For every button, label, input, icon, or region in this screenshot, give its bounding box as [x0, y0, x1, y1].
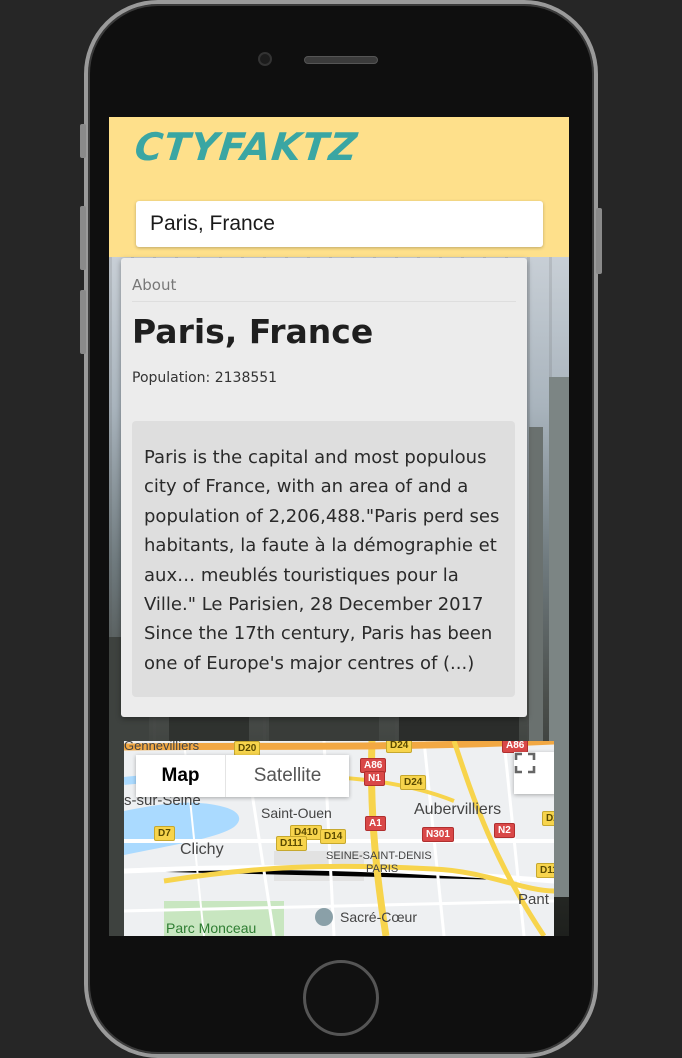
app-screen: CTYFAKTZ About Paris, France Population:…	[109, 117, 569, 936]
map-type-toggle: Map Satellite	[136, 755, 349, 797]
section-label: About	[132, 276, 516, 302]
app-header: CTYFAKTZ	[109, 117, 569, 257]
road-shield: D20	[234, 741, 261, 756]
map-place-aubervilliers: Aubervilliers	[414, 801, 502, 818]
road-shield: N301	[422, 827, 454, 842]
road-shield: N1	[364, 771, 385, 786]
city-info-card: About Paris, France Population: 2138551 …	[121, 258, 527, 717]
road-shield: D7	[154, 826, 175, 841]
map-place-parc-monceau: Parc Monceau	[166, 920, 257, 936]
city-map[interactable]: Gennevilliers s-sur-Seine Saint-Ouen Aub…	[124, 741, 554, 936]
city-description: Paris is the capital and most populous c…	[132, 421, 515, 697]
road-shield: D14	[320, 829, 347, 844]
phone-volume-down	[80, 290, 86, 354]
phone-power-button	[596, 208, 602, 274]
road-shield: D111	[276, 836, 307, 851]
earpiece-speaker	[304, 56, 378, 64]
phone-volume-up	[80, 206, 86, 270]
map-type-map-button[interactable]: Map	[136, 755, 226, 797]
fullscreen-button[interactable]	[514, 752, 554, 794]
map-place-saint-ouen: Saint-Ouen	[261, 805, 332, 821]
city-title: Paris, France	[132, 312, 374, 351]
map-place-pant: Pant	[518, 891, 549, 908]
city-search-input[interactable]	[136, 201, 543, 247]
map-place-seine-saint-denis: SEINE-SAINT-DENIS	[326, 850, 432, 862]
home-button[interactable]	[303, 960, 379, 1036]
app-logo: CTYFAKTZ	[132, 125, 361, 169]
phone-mute-switch	[80, 124, 86, 158]
map-place-gennevilliers: Gennevilliers	[124, 741, 200, 753]
road-shield: A1	[365, 816, 386, 831]
road-shield: D24	[400, 775, 427, 790]
map-place-paris: PARIS	[366, 863, 399, 875]
road-shield: D2	[542, 811, 554, 826]
road-shield: N2	[494, 823, 515, 838]
map-place-sacre-coeur: Sacré-Cœur	[340, 909, 418, 925]
road-shield: D24	[386, 741, 413, 753]
population-text: Population: 2138551	[132, 370, 278, 386]
map-type-satellite-button[interactable]: Satellite	[226, 755, 349, 797]
front-camera	[258, 52, 272, 66]
map-place-clichy: Clichy	[180, 841, 224, 858]
road-shield: D11	[536, 863, 554, 878]
fullscreen-icon	[514, 752, 536, 774]
